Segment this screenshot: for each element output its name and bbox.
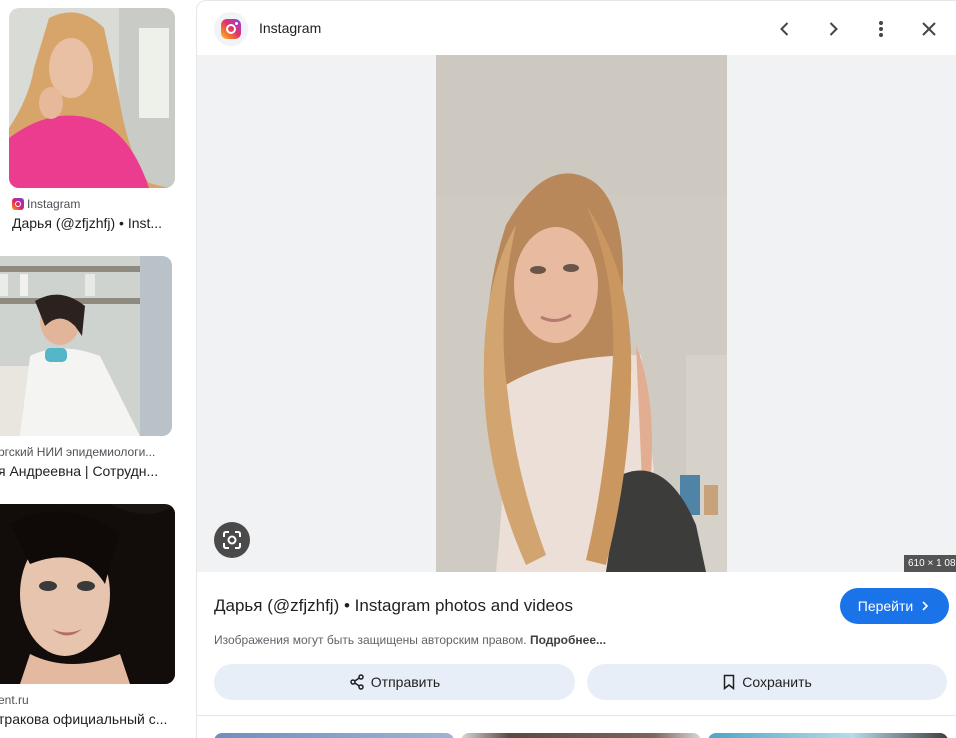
close-button[interactable] xyxy=(912,12,946,46)
bookmark-icon xyxy=(723,674,735,690)
result-thumbnail[interactable] xyxy=(0,504,175,684)
learn-more-link[interactable]: Подробнее... xyxy=(530,633,606,647)
result-thumbnail[interactable] xyxy=(9,8,175,188)
save-button[interactable]: Сохранить xyxy=(587,664,947,700)
close-icon xyxy=(922,22,936,36)
preview-panel: Instagram 610 × 1 08 Дарья (@zfjzhfj) • … xyxy=(196,0,956,738)
more-options-button[interactable] xyxy=(864,12,898,46)
previous-button[interactable] xyxy=(768,12,802,46)
copyright-notice: Изображения могут быть защищены авторски… xyxy=(214,633,606,647)
chevron-right-icon xyxy=(922,601,929,611)
google-lens-icon xyxy=(223,531,241,549)
chevron-right-icon xyxy=(829,22,838,36)
next-button[interactable] xyxy=(816,12,850,46)
result-source-label: Instagram xyxy=(27,197,81,211)
related-image-thumbnail[interactable] xyxy=(214,733,454,738)
result-thumbnail[interactable] xyxy=(0,256,172,436)
result-title[interactable]: Дарья (@zfjzhfj) • Inst... xyxy=(12,215,162,231)
site-favicon[interactable] xyxy=(214,12,248,46)
save-button-label: Сохранить xyxy=(742,674,812,690)
more-vert-icon xyxy=(879,21,883,37)
related-image-thumbnail[interactable] xyxy=(461,733,701,738)
related-image-thumbnail[interactable] xyxy=(708,733,948,738)
instagram-logo-icon xyxy=(221,19,241,39)
share-button[interactable]: Отправить xyxy=(214,664,575,700)
site-name[interactable]: Instagram xyxy=(259,20,321,36)
preview-title[interactable]: Дарья (@zfjzhfj) • Instagram photos and … xyxy=(214,596,573,616)
result-title[interactable]: тракова официальный с... xyxy=(0,711,167,727)
section-divider xyxy=(197,715,956,716)
preview-header: Instagram xyxy=(197,1,956,55)
instagram-logo-icon xyxy=(12,198,24,210)
copyright-text: Изображения могут быть защищены авторски… xyxy=(214,633,527,647)
visit-button[interactable]: Перейти xyxy=(840,588,949,624)
chevron-left-icon xyxy=(780,22,789,36)
share-button-label: Отправить xyxy=(370,674,441,690)
results-column: Instagram Дарья (@zfjzhfj) • Inst... ргс… xyxy=(0,0,196,738)
result-source: ргский НИИ эпидемиологи... xyxy=(0,445,156,459)
image-search-viewer: Instagram Дарья (@zfjzhfj) • Inst... ргс… xyxy=(0,0,956,738)
result-source: Instagram xyxy=(12,197,80,211)
result-title[interactable]: я Андреевна | Сотрудн... xyxy=(0,463,158,479)
visit-button-label: Перейти xyxy=(857,598,914,614)
image-stage: 610 × 1 08 xyxy=(197,55,956,572)
preview-image[interactable] xyxy=(436,55,727,572)
result-source: ent.ru xyxy=(0,693,29,707)
image-dimensions: 610 × 1 08 xyxy=(904,555,956,572)
visual-search-button[interactable] xyxy=(214,522,250,558)
share-icon xyxy=(350,674,364,690)
